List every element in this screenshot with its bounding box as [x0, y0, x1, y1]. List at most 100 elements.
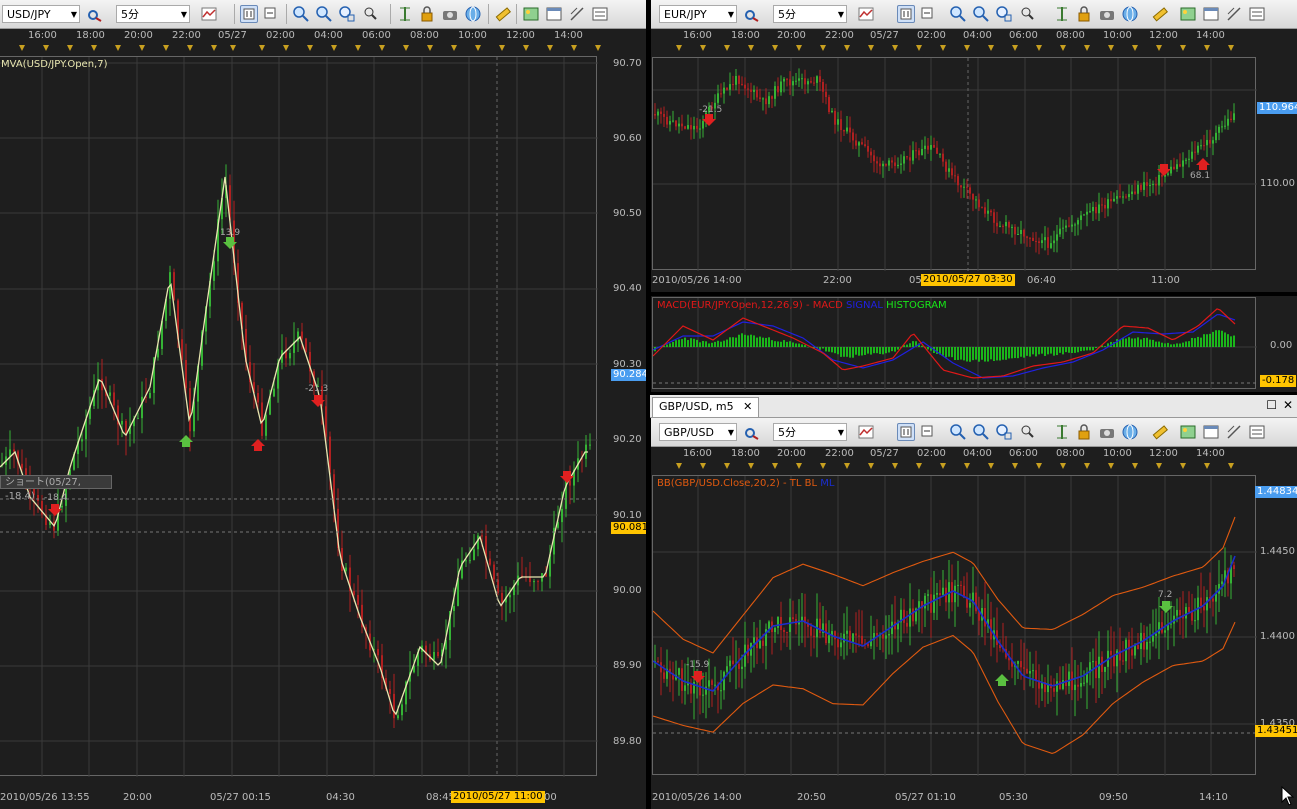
candles-view-icon[interactable] — [240, 5, 258, 23]
time-label: 20:00 — [777, 30, 806, 41]
event-markers — [19, 45, 601, 51]
candle-body — [897, 164, 899, 166]
camera-icon[interactable] — [441, 5, 459, 23]
symbol-select-value: EUR/JPY — [664, 8, 707, 21]
draw-line-icon[interactable] — [1225, 5, 1243, 23]
zoom-out-icon[interactable] — [972, 5, 990, 23]
candle-body — [1056, 234, 1058, 241]
candle-body — [1110, 199, 1112, 202]
tab-gbpusd[interactable]: GBP/USD, m5 ✕ — [652, 397, 760, 417]
draw-line-icon[interactable] — [568, 5, 586, 23]
chart-type-icon[interactable] — [857, 423, 875, 441]
pane-divider[interactable] — [651, 292, 1297, 296]
candle-body — [1017, 661, 1019, 664]
lock-icon[interactable] — [1075, 5, 1093, 23]
candle-body — [861, 142, 863, 145]
timeframe-select[interactable]: 5分 ▼ — [773, 423, 847, 441]
eurjpy-price-plot[interactable]: -21.5 68.1 — [652, 57, 1257, 271]
draw-line-icon[interactable] — [1225, 423, 1243, 441]
zoom-in-icon[interactable] — [949, 423, 967, 441]
candle-body — [1155, 633, 1157, 636]
image-icon[interactable] — [1179, 5, 1197, 23]
time-label: 20:00 — [124, 30, 153, 41]
zoom-out-icon[interactable] — [972, 423, 990, 441]
candle-body — [843, 130, 845, 132]
candles-view-icon[interactable] — [897, 423, 915, 441]
time-label: 10:00 — [1103, 30, 1132, 41]
indicator-link-icon[interactable] — [743, 5, 761, 23]
zoom-fit-icon[interactable] — [995, 423, 1013, 441]
gbpusd-price-plot[interactable]: -15.9 7.2 BB(GBP/USD.Close,20,2) - TL BL … — [652, 475, 1257, 776]
lock-icon[interactable] — [418, 5, 436, 23]
sell-signal-arrow — [702, 114, 716, 126]
maximize-icon[interactable]: ☐ — [1266, 398, 1277, 412]
ruler-icon[interactable] — [494, 5, 512, 23]
time-label: 02:00 — [266, 30, 295, 41]
window-icon[interactable] — [1202, 5, 1220, 23]
zoom-select-icon[interactable] — [1019, 5, 1037, 23]
symbol-select[interactable]: EUR/JPY ▼ — [659, 5, 737, 23]
image-icon[interactable] — [522, 5, 540, 23]
gbpusd-tab-bar: GBP/USD, m5 ✕ ☐ ✕ — [650, 395, 1297, 418]
usdjpy-price-plot[interactable]: -18.4 13.9 -21.3 MVA(USD/JPY.Open,7) ショート(… — [0, 56, 598, 777]
symbol-select[interactable]: USD/JPY ▼ — [2, 5, 80, 23]
macd-plot[interactable]: MACD(EUR/JPY.Open,12,26,9) - MACD SIGNAL… — [652, 297, 1257, 390]
candle-body — [720, 690, 722, 692]
time-label: 14:10 — [1199, 792, 1228, 803]
candle-body — [1182, 160, 1184, 167]
chart-type-icon[interactable] — [200, 5, 218, 23]
camera-icon[interactable] — [1098, 5, 1116, 23]
time-label: 05/27 — [870, 448, 899, 459]
zoom-in-icon[interactable] — [292, 5, 310, 23]
bars-view-icon[interactable] — [262, 5, 280, 23]
macd-legend-signal: SIGNAL — [845, 300, 883, 311]
candles-view-icon[interactable] — [897, 5, 915, 23]
candle-body — [828, 635, 830, 644]
bars-view-icon[interactable] — [919, 423, 937, 441]
zoom-select-icon[interactable] — [1019, 423, 1037, 441]
chart-type-icon[interactable] — [857, 5, 875, 23]
candle-body — [744, 84, 746, 89]
settings-list-icon[interactable] — [1248, 5, 1266, 23]
timeframe-select[interactable]: 5分 ▼ — [116, 5, 190, 23]
candle-body — [1122, 196, 1124, 198]
window-icon[interactable] — [1202, 423, 1220, 441]
close-tab-icon[interactable]: ✕ — [743, 400, 752, 413]
close-icon[interactable]: ✕ — [1283, 398, 1293, 412]
crosshair-icon[interactable] — [396, 5, 414, 23]
bars-view-icon[interactable] — [919, 5, 937, 23]
camera-icon[interactable] — [1098, 423, 1116, 441]
lock-icon[interactable] — [1075, 423, 1093, 441]
settings-list-icon[interactable] — [591, 5, 609, 23]
zoom-in-icon[interactable] — [949, 5, 967, 23]
candle-body — [942, 153, 944, 162]
candle-body — [951, 168, 953, 176]
window-icon[interactable] — [545, 5, 563, 23]
globe-icon[interactable] — [1121, 423, 1139, 441]
candle-body — [687, 125, 689, 129]
candle-body — [1149, 641, 1151, 643]
candle-body — [726, 666, 728, 672]
ruler-icon[interactable] — [1151, 5, 1169, 23]
globe-icon[interactable] — [1121, 5, 1139, 23]
ruler-icon[interactable] — [1151, 423, 1169, 441]
zoom-select-icon[interactable] — [362, 5, 380, 23]
globe-icon[interactable] — [464, 5, 482, 23]
candle-body — [21, 463, 23, 469]
indicator-link-icon[interactable] — [86, 5, 104, 23]
crosshair-icon[interactable] — [1053, 5, 1071, 23]
candle-body — [389, 688, 391, 694]
zoom-fit-icon[interactable] — [995, 5, 1013, 23]
candle-body — [759, 640, 761, 649]
indicator-link-icon[interactable] — [743, 423, 761, 441]
macd-zero-tick: 0.00 — [1270, 340, 1293, 351]
zoom-out-icon[interactable] — [315, 5, 333, 23]
settings-list-icon[interactable] — [1248, 423, 1266, 441]
candle-body — [903, 609, 905, 623]
symbol-select[interactable]: GBP/USD ▼ — [659, 423, 737, 441]
timeframe-select[interactable]: 5分 ▼ — [773, 5, 847, 23]
crosshair-icon[interactable] — [1053, 423, 1071, 441]
candle-body — [1185, 159, 1187, 161]
image-icon[interactable] — [1179, 423, 1197, 441]
zoom-fit-icon[interactable] — [338, 5, 356, 23]
